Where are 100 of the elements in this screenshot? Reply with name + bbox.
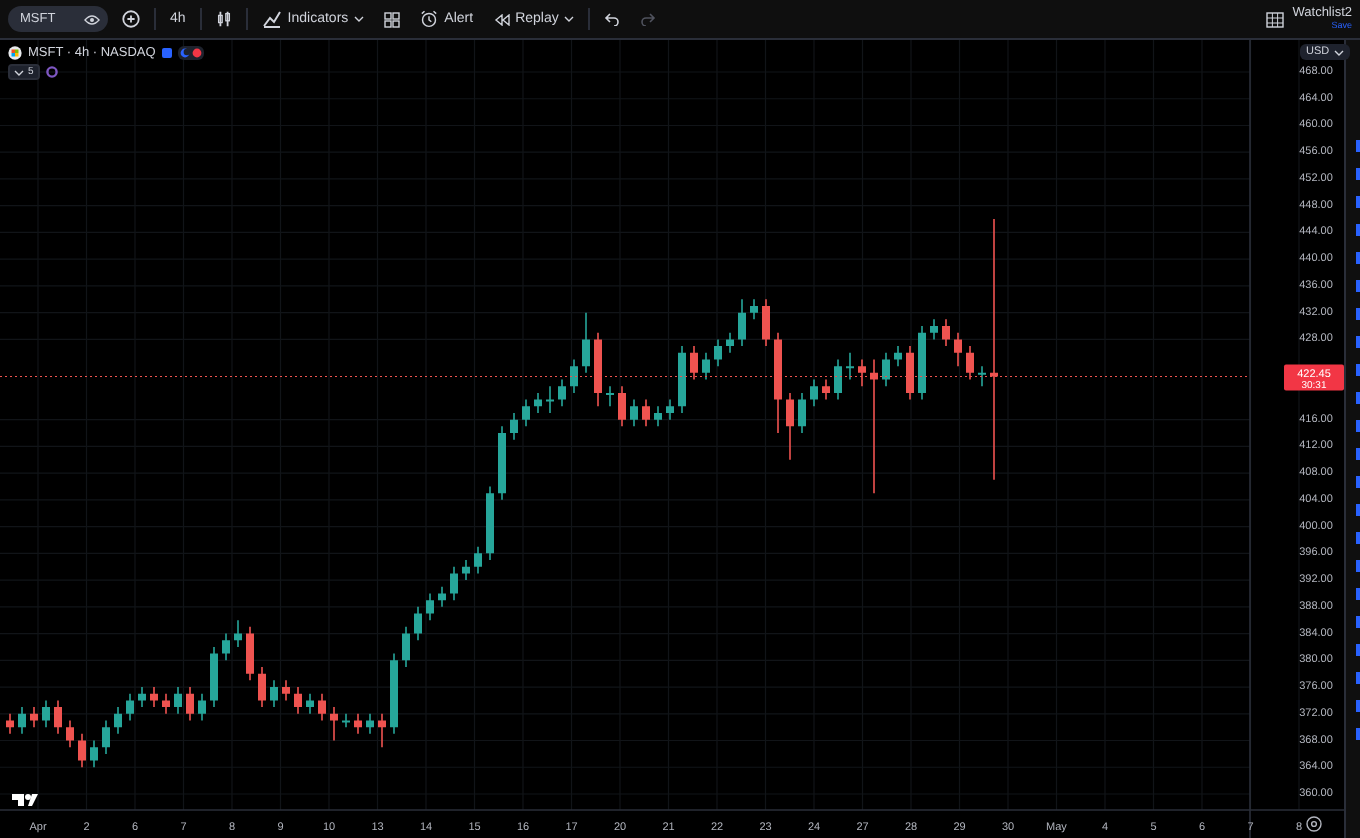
- candle: [966, 346, 974, 380]
- candle: [678, 346, 686, 413]
- candle: [942, 319, 950, 347]
- candle: [66, 720, 74, 748]
- candle: [870, 359, 878, 494]
- symbol-logo-icon: [8, 46, 22, 60]
- candle: [90, 740, 98, 768]
- candle: [546, 386, 554, 413]
- candle: [438, 586, 446, 607]
- candle: [702, 352, 710, 380]
- candle: [222, 633, 230, 661]
- candle: [606, 386, 614, 407]
- candle: [210, 646, 218, 708]
- candle: [786, 392, 794, 460]
- candles-icon: [215, 10, 232, 28]
- redo-icon: [640, 12, 657, 26]
- candle: [882, 352, 890, 387]
- market-status-icon: [177, 46, 204, 60]
- chart-line-icon: [261, 10, 282, 28]
- caret-icon: [14, 69, 24, 75]
- grid-icon: [384, 11, 401, 27]
- candle: [978, 366, 986, 387]
- candle: [450, 566, 458, 601]
- candle: [366, 713, 374, 734]
- candle: [102, 720, 110, 754]
- plus-icon: [122, 10, 140, 28]
- alarm-clock-icon: [420, 10, 439, 28]
- logo-icon: [12, 794, 38, 806]
- candle: [78, 733, 86, 768]
- candle: [378, 713, 386, 748]
- candle: [402, 626, 410, 667]
- candle: [234, 620, 242, 647]
- candle: [198, 693, 206, 721]
- candle: [594, 332, 602, 407]
- candle: [258, 667, 266, 708]
- candle: [666, 399, 674, 420]
- candle: [306, 693, 314, 714]
- candle: [642, 399, 650, 427]
- candle: [618, 386, 626, 427]
- candle: [342, 713, 350, 728]
- candle: [798, 392, 806, 433]
- candle: [282, 680, 290, 701]
- candle: [486, 486, 494, 560]
- candle: [558, 379, 566, 407]
- candle: [810, 379, 818, 407]
- candle: [54, 700, 62, 734]
- candle: [918, 326, 926, 400]
- candle: [906, 346, 914, 400]
- compare-button[interactable]: [116, 6, 146, 32]
- candle: [318, 693, 326, 721]
- candle: [654, 406, 662, 427]
- candle: [174, 687, 182, 714]
- candle: [426, 593, 434, 621]
- candle: [750, 299, 758, 320]
- candle: [390, 653, 398, 734]
- candle: [726, 332, 734, 353]
- candle: [690, 346, 698, 380]
- candle: [330, 707, 338, 741]
- candle: [18, 707, 26, 734]
- candle: [522, 399, 530, 427]
- candle: [162, 693, 170, 714]
- candle: [930, 319, 938, 340]
- eye-icon: [84, 13, 100, 25]
- candle: [846, 352, 854, 380]
- candle: [498, 426, 506, 500]
- candle: [582, 312, 590, 373]
- candle: [186, 687, 194, 721]
- candle: [294, 687, 302, 714]
- candle: [510, 412, 518, 440]
- caret-icon: [564, 16, 575, 22]
- caret-icon: [1333, 49, 1344, 55]
- candle: [630, 399, 638, 427]
- candle: [834, 359, 842, 400]
- candle: [270, 680, 278, 708]
- candle: [354, 713, 362, 734]
- candle: [894, 346, 902, 367]
- indicator-icon: [45, 66, 58, 78]
- candle: [150, 687, 158, 708]
- candle: [738, 299, 746, 347]
- candle: [534, 392, 542, 413]
- flag-icon: [161, 48, 172, 58]
- candle: [762, 299, 770, 347]
- candle: [114, 707, 122, 734]
- table-icon[interactable]: [1266, 11, 1285, 27]
- candle: [6, 713, 14, 734]
- caret-icon: [354, 16, 365, 22]
- candle: [714, 339, 722, 367]
- candle: [474, 546, 482, 574]
- candle: [30, 707, 38, 728]
- candle: [954, 332, 962, 367]
- candle: [822, 379, 830, 400]
- undo-icon: [604, 12, 621, 26]
- settings-icon[interactable]: [1306, 816, 1322, 832]
- candle: [774, 332, 782, 433]
- candle: [42, 700, 50, 728]
- candle: [462, 560, 470, 581]
- candle: [858, 359, 866, 387]
- candle: [138, 687, 146, 708]
- candle: [246, 626, 254, 681]
- candle: [414, 606, 422, 641]
